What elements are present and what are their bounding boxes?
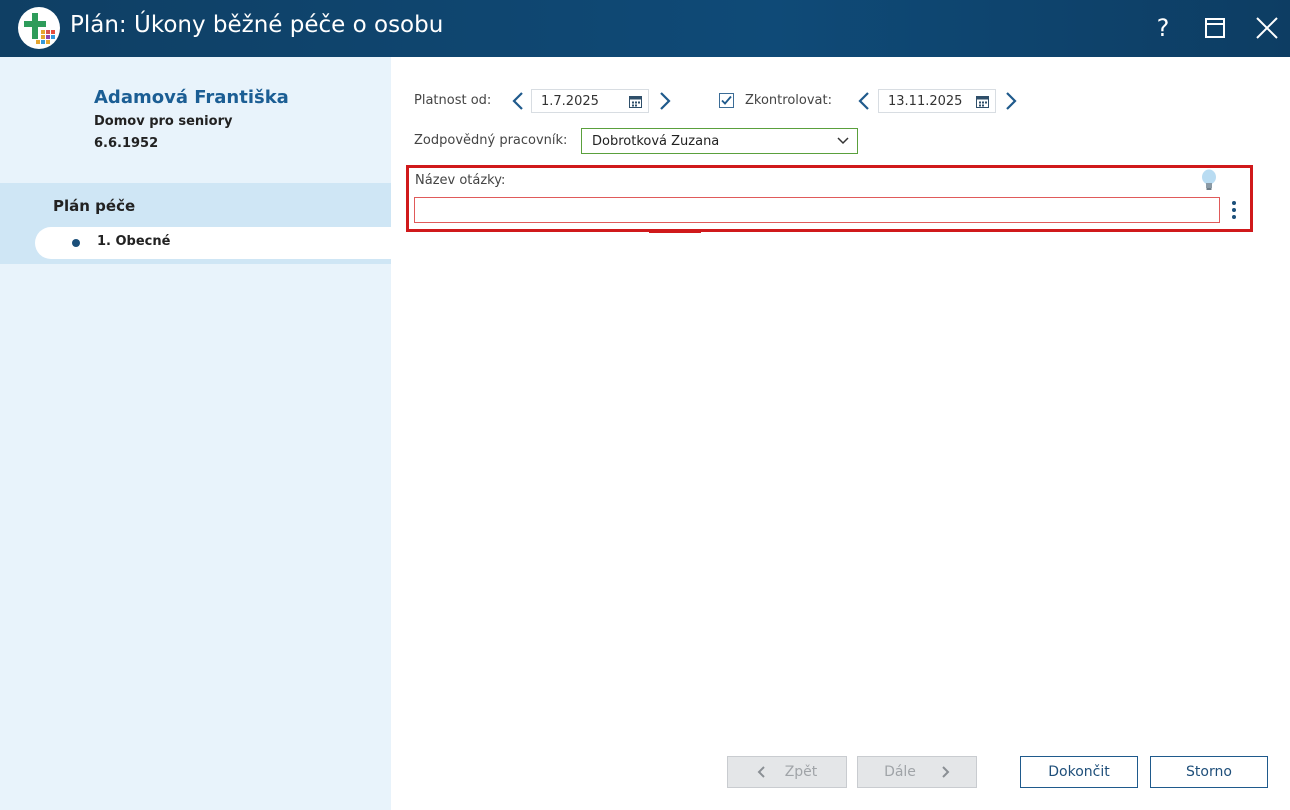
sidebar-section-care-plan: Plán péče 1. Obecné [0,183,391,264]
finish-button[interactable]: Dokončit [1020,756,1138,788]
calendar-icon[interactable] [629,95,642,108]
valid-from-date-input[interactable]: 1.7.2025 [531,89,649,113]
lightbulb-icon[interactable] [1199,168,1219,192]
chevron-left-icon [858,92,869,110]
checkmark-icon [721,95,732,105]
next-button-label: Dále [884,764,916,780]
error-indicator [649,231,701,233]
chevron-right-icon [942,766,950,778]
question-field-group: Název otázky: [406,165,1253,232]
finish-button-label: Dokončit [1048,764,1110,780]
worker-select-value: Dobrotková Zuzana [592,134,720,149]
chevron-right-icon [660,92,671,110]
check-prev-button[interactable] [853,88,875,114]
question-name-input[interactable] [414,197,1220,223]
next-button[interactable]: Dále [857,756,977,788]
kebab-menu-icon [1227,201,1241,219]
sidebar-item-general[interactable]: 1. Obecné [35,227,391,259]
chevron-down-icon [837,137,849,145]
more-options-button[interactable] [1227,199,1241,221]
person-name: Adamová Františka [94,87,289,108]
help-icon: ? [1156,14,1170,42]
valid-from-next-button[interactable] [654,88,676,114]
close-button[interactable] [1250,11,1284,45]
main-panel: Platnost od: 1.7.2025 Zkontrolovat: 13.1… [391,57,1290,810]
question-label: Název otázky: [415,173,506,188]
chevron-left-icon [512,92,523,110]
sidebar: Adamová Františka Domov pro seniory 6.6.… [0,57,391,810]
window-title: Plán: Úkony běžné péče o osobu [70,12,444,38]
person-birth-date: 6.6.1952 [94,136,159,151]
maximize-icon [1205,18,1225,38]
chevron-left-icon [757,766,765,778]
app-logo-icon [18,7,60,49]
chevron-right-icon [1006,92,1017,110]
sidebar-section-title: Plán péče [53,197,136,215]
title-bar: Plán: Úkony běžné péče o osobu ? [0,0,1290,57]
close-icon [1256,17,1278,39]
valid-from-label: Platnost od: [414,93,492,108]
person-facility: Domov pro seniory [94,114,233,129]
cancel-button-label: Storno [1186,764,1232,780]
check-date-input[interactable]: 13.11.2025 [878,89,996,113]
back-button-label: Zpět [784,764,818,780]
check-date-value: 13.11.2025 [888,94,963,109]
calendar-icon[interactable] [976,95,989,108]
check-checkbox[interactable] [719,93,734,108]
back-button[interactable]: Zpět [727,756,847,788]
help-button[interactable]: ? [1146,11,1180,45]
sidebar-item-label: 1. Obecné [97,234,171,249]
worker-select[interactable]: Dobrotková Zuzana [581,128,858,154]
bullet-icon [72,239,80,247]
valid-from-date-value: 1.7.2025 [541,94,599,109]
valid-from-prev-button[interactable] [507,88,529,114]
check-label: Zkontrolovat: [745,93,832,108]
cancel-button[interactable]: Storno [1150,756,1268,788]
worker-label: Zodpovědný pracovník: [414,133,568,148]
check-next-button[interactable] [1000,88,1022,114]
maximize-button[interactable] [1198,11,1232,45]
